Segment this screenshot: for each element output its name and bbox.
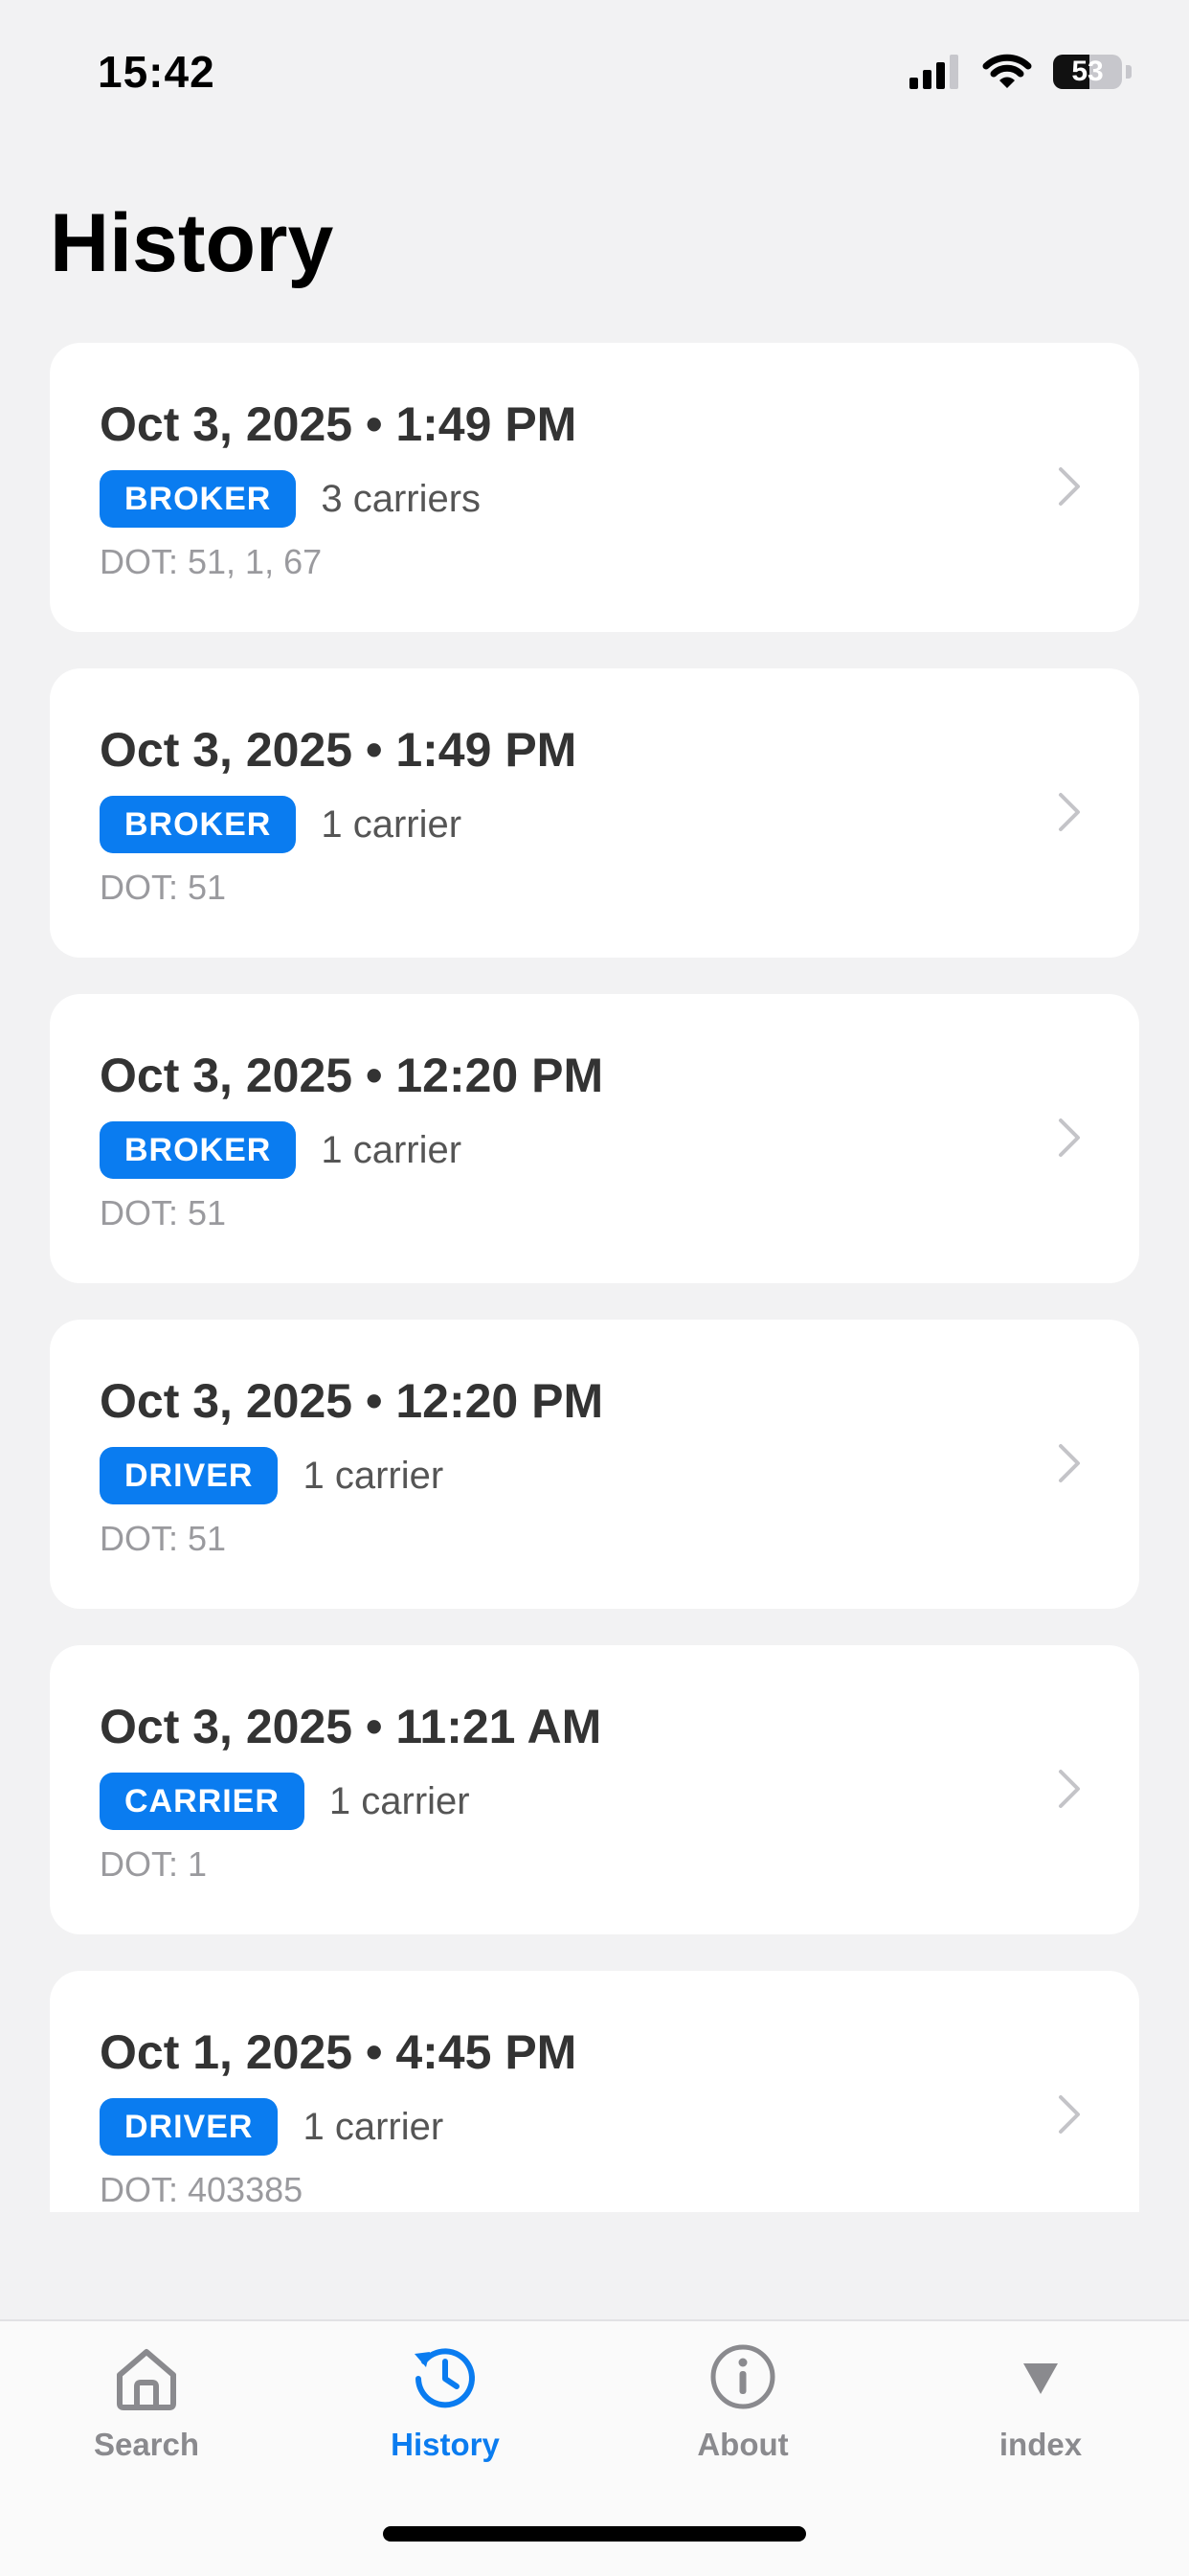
role-badge: BROKER [100, 796, 297, 853]
history-date: Oct 3, 2025 • 12:20 PM [100, 1374, 604, 1428]
history-meta: BROKER 1 carrier [100, 1120, 461, 1180]
dot-numbers: DOT: 51, 1, 67 [100, 542, 323, 581]
history-meta: DRIVER 1 carrier [100, 1446, 443, 1505]
status-time: 15:42 [98, 47, 215, 97]
dot-numbers: DOT: 51 [100, 1193, 227, 1232]
tab-label: About [697, 2427, 789, 2462]
role-badge: BROKER [100, 1121, 297, 1179]
history-date: Oct 1, 2025 • 4:45 PM [100, 2025, 577, 2079]
chevron-right-icon [1059, 467, 1080, 506]
history-meta: BROKER 3 carriers [100, 469, 481, 529]
triangle-down-icon [1023, 2363, 1058, 2394]
battery-nub [1126, 65, 1132, 79]
history-card[interactable]: Oct 3, 2025 • 12:20 PM DRIVER 1 carrier DOT… [50, 1320, 1139, 1609]
role-badge: BROKER [100, 470, 297, 528]
signal-icon [909, 55, 958, 89]
dot-numbers: DOT: 1 [100, 1844, 208, 1884]
chevron-right-icon [1059, 1770, 1080, 1808]
history-card[interactable]: Oct 3, 2025 • 1:49 PM BROKER 3 carriers DOT… [50, 343, 1139, 632]
dot-numbers: DOT: 403385 [100, 2170, 303, 2209]
history-meta: BROKER 1 carrier [100, 795, 461, 854]
tab-index[interactable]: index [945, 2339, 1136, 2482]
home-icon [117, 2349, 176, 2410]
page-title: History [50, 197, 334, 289]
tab-label: History [391, 2427, 500, 2462]
history-meta: CARRIER 1 carrier [100, 1772, 470, 1831]
history-date: Oct 3, 2025 • 1:49 PM [100, 723, 577, 777]
battery-icon: 53 [1053, 55, 1122, 89]
info-icon [710, 2344, 775, 2409]
tab-about[interactable]: About [647, 2339, 839, 2482]
history-card[interactable]: Oct 3, 2025 • 12:20 PM BROKER 1 carrier DOT… [50, 994, 1139, 1283]
carrier-count: 1 carrier [328, 1779, 470, 1822]
role-badge: DRIVER [100, 2098, 279, 2156]
history-card[interactable]: Oct 1, 2025 • 4:45 PM DRIVER 1 carrier DOT:… [50, 1971, 1139, 2212]
history-meta: DRIVER 1 carrier [100, 2097, 443, 2157]
history-date: Oct 3, 2025 • 12:20 PM [100, 1049, 604, 1102]
tab-search[interactable]: Search [51, 2339, 242, 2482]
home-indicator[interactable] [383, 2526, 806, 2542]
history-icon [415, 2348, 475, 2408]
chevron-right-icon [1059, 1444, 1080, 1482]
battery-percent: 53 [1071, 56, 1104, 87]
history-list[interactable]: Oct 3, 2025 • 1:49 PM BROKER 3 carriers DOT… [50, 343, 1139, 2212]
history-card[interactable]: Oct 3, 2025 • 11:21 AM CARRIER 1 carrier DO… [50, 1645, 1139, 1934]
carrier-count: 1 carrier [303, 2105, 444, 2148]
tab-history[interactable]: History [349, 2339, 541, 2482]
history-date: Oct 3, 2025 • 11:21 AM [100, 1700, 602, 1753]
carrier-count: 1 carrier [321, 1128, 462, 1171]
chevron-right-icon [1059, 793, 1080, 831]
chevron-right-icon [1059, 1119, 1080, 1157]
wifi-icon [982, 54, 1032, 88]
status-bar: 15:42 53 [0, 0, 1189, 153]
history-card[interactable]: Oct 3, 2025 • 1:49 PM BROKER 1 carrier DOT:… [50, 668, 1139, 958]
role-badge: DRIVER [100, 1447, 279, 1504]
carrier-count: 1 carrier [321, 802, 462, 846]
status-icons: 53 [909, 54, 1132, 90]
dot-numbers: DOT: 51 [100, 1519, 227, 1558]
chevron-right-icon [1059, 2095, 1080, 2134]
history-date: Oct 3, 2025 • 1:49 PM [100, 397, 577, 451]
tab-label: Search [93, 2427, 200, 2462]
carrier-count: 1 carrier [303, 1454, 444, 1497]
carrier-count: 3 carriers [321, 477, 482, 520]
tab-label: index [998, 2427, 1083, 2462]
role-badge: CARRIER [100, 1773, 304, 1830]
dot-numbers: DOT: 51 [100, 868, 227, 907]
